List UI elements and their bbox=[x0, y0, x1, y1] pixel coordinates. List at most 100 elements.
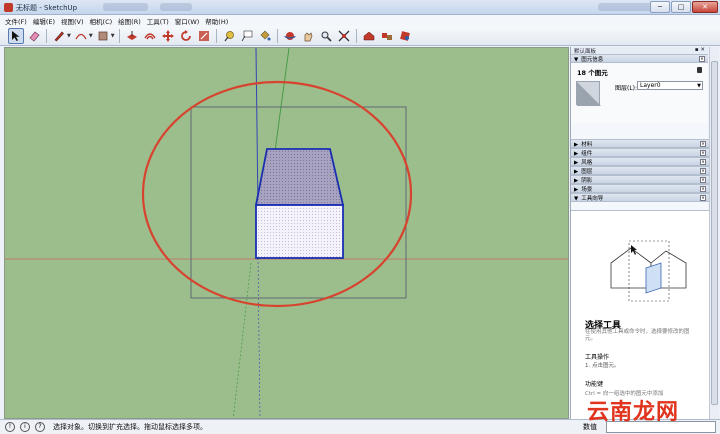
model-canvas[interactable] bbox=[5, 48, 569, 419]
sketchup-app-icon bbox=[4, 3, 13, 12]
lock-icon[interactable] bbox=[697, 67, 702, 73]
close-icon[interactable]: ✕ bbox=[699, 55, 705, 62]
arc-icon bbox=[75, 33, 87, 39]
close-icon[interactable]: ✕ bbox=[700, 194, 706, 201]
scroll-thumb[interactable] bbox=[711, 61, 718, 405]
scale-icon bbox=[198, 30, 209, 41]
close-icon[interactable]: ✕ bbox=[700, 158, 706, 165]
close-button[interactable]: ✕ bbox=[692, 1, 718, 13]
tray-entity-info[interactable]: ▼ 图元信息 ✕ bbox=[571, 54, 708, 63]
menu-draw[interactable]: 绘图(R) bbox=[118, 16, 141, 26]
entity-count: 18 个图元 bbox=[577, 69, 608, 77]
chevron-down-icon[interactable]: ▼ bbox=[89, 33, 93, 39]
move-tool-button[interactable] bbox=[160, 28, 176, 44]
minimize-button[interactable]: ─ bbox=[650, 1, 670, 13]
blue-axis-line bbox=[255, 48, 259, 211]
move-arrows-icon bbox=[161, 29, 174, 42]
menu-view[interactable]: 视图(V) bbox=[61, 16, 84, 26]
rotate-tool-button[interactable] bbox=[178, 28, 194, 44]
zoom-extents-tool-button[interactable] bbox=[336, 28, 352, 44]
close-icon[interactable]: ✕ bbox=[700, 176, 706, 183]
title-bar: 无标题 - SketchUp ─ □ ✕ bbox=[0, 0, 720, 15]
menu-help[interactable]: 帮助(H) bbox=[205, 16, 228, 26]
layer-select[interactable]: Layer0 ▼ bbox=[637, 81, 703, 90]
text-tool-button[interactable] bbox=[239, 28, 255, 44]
extension-tool-button[interactable] bbox=[397, 28, 413, 44]
house-roof[interactable] bbox=[254, 148, 345, 206]
layer-label: 图层(L): bbox=[615, 85, 638, 92]
close-icon[interactable]: ✕ bbox=[700, 167, 706, 174]
components-tool-button[interactable] bbox=[379, 28, 395, 44]
maximize-button[interactable]: □ bbox=[671, 1, 691, 13]
panel-pin-icon[interactable]: ▪ ✕ bbox=[695, 47, 705, 54]
tape-measure-tool-button[interactable] bbox=[221, 28, 237, 44]
collapse-arrow-icon: ▼ bbox=[574, 195, 579, 202]
blurred-region bbox=[160, 3, 192, 11]
instructor-body: 选择工具 在使用其他工具或命令时，选择要修改的图元。 工具操作 1. 点击图元。… bbox=[571, 210, 709, 419]
tray-components[interactable]: ▶ 组件 ✕ bbox=[571, 148, 709, 157]
chevron-down-icon: ▼ bbox=[697, 83, 701, 89]
credits-icon[interactable]: i bbox=[20, 422, 30, 432]
panel-scrollbar[interactable] bbox=[709, 47, 719, 419]
tray-entity-info-label: 图元信息 bbox=[581, 56, 604, 63]
menu-camera[interactable]: 相机(C) bbox=[90, 16, 113, 26]
tray-instructor[interactable]: ▼ 工具向导 ✕ bbox=[571, 193, 709, 202]
blurred-region bbox=[598, 3, 653, 11]
menu-edit[interactable]: 编辑(E) bbox=[33, 16, 55, 26]
rotate-icon bbox=[180, 29, 191, 41]
close-icon[interactable]: ✕ bbox=[700, 149, 706, 156]
offset-icon bbox=[143, 32, 156, 39]
arc-tool-button[interactable] bbox=[73, 28, 89, 44]
paint-bucket-icon bbox=[260, 30, 271, 40]
material-swatch-icon bbox=[577, 82, 601, 106]
geo-location-icon[interactable]: ! bbox=[5, 422, 15, 432]
eraser-tool-button[interactable] bbox=[26, 28, 42, 44]
instructor-op-item: 1. 点击图元。 bbox=[585, 363, 620, 369]
expand-arrow-icon: ▶ bbox=[574, 168, 579, 175]
expand-arrow-icon: ▶ bbox=[574, 141, 579, 148]
line-tool-button[interactable] bbox=[51, 28, 67, 44]
instructor-keys-title: 功能键 bbox=[585, 381, 604, 388]
paint-bucket-tool-button[interactable] bbox=[257, 28, 273, 44]
extension-icon bbox=[399, 30, 410, 41]
select-tool-button[interactable] bbox=[8, 27, 24, 44]
user-icon[interactable]: ? bbox=[35, 422, 45, 432]
magnifier-icon bbox=[321, 31, 332, 42]
rectangle-icon bbox=[98, 31, 108, 40]
tray-layers[interactable]: ▶ 图层 ✕ bbox=[571, 166, 709, 175]
toolbar-separator bbox=[118, 28, 120, 43]
tray-label: 组件 bbox=[581, 150, 593, 157]
default-tray-panel: 默认面板 ▪ ✕ ▼ 图元信息 ✕ 18 个图元 图层(L): Layer0 ▼ … bbox=[570, 47, 709, 419]
push-pull-tool-button[interactable] bbox=[124, 28, 140, 44]
menu-window[interactable]: 窗口(W) bbox=[175, 16, 200, 26]
material-thumbnail[interactable] bbox=[576, 81, 601, 106]
orbit-icon bbox=[283, 31, 296, 40]
menu-tools[interactable]: 工具(T) bbox=[147, 16, 169, 26]
shape-tool-button[interactable] bbox=[95, 28, 111, 44]
hand-icon bbox=[304, 31, 312, 41]
chevron-down-icon[interactable]: ▼ bbox=[111, 33, 115, 39]
offset-tool-button[interactable] bbox=[142, 28, 158, 44]
warehouse-icon bbox=[363, 31, 374, 40]
tray-shadows[interactable]: ▶ 阴影 ✕ bbox=[571, 175, 709, 184]
green-axis-dashed bbox=[232, 262, 252, 418]
3d-viewport[interactable] bbox=[4, 47, 569, 419]
tray-label: 场景 bbox=[581, 186, 593, 193]
zoom-tool-button[interactable] bbox=[318, 28, 334, 44]
house-wall[interactable] bbox=[255, 204, 344, 259]
tray-label: 材料 bbox=[581, 141, 593, 148]
pan-tool-button[interactable] bbox=[300, 28, 316, 44]
orbit-tool-button[interactable] bbox=[282, 28, 298, 44]
tray-materials[interactable]: ▶ 材料 ✕ bbox=[571, 139, 709, 148]
close-icon[interactable]: ✕ bbox=[700, 140, 706, 147]
collapse-arrow-icon: ▼ bbox=[574, 56, 579, 63]
tape-measure-icon bbox=[224, 30, 234, 41]
menu-file[interactable]: 文件(F) bbox=[5, 16, 27, 26]
tray-styles[interactable]: ▶ 风格 ✕ bbox=[571, 157, 709, 166]
chevron-down-icon[interactable]: ▼ bbox=[67, 33, 71, 39]
close-icon[interactable]: ✕ bbox=[700, 185, 706, 192]
warehouse-tool-button[interactable] bbox=[361, 28, 377, 44]
scale-tool-button[interactable] bbox=[196, 28, 212, 44]
tray-scenes[interactable]: ▶ 场景 ✕ bbox=[571, 184, 709, 193]
tray-label: 阴影 bbox=[581, 177, 593, 184]
